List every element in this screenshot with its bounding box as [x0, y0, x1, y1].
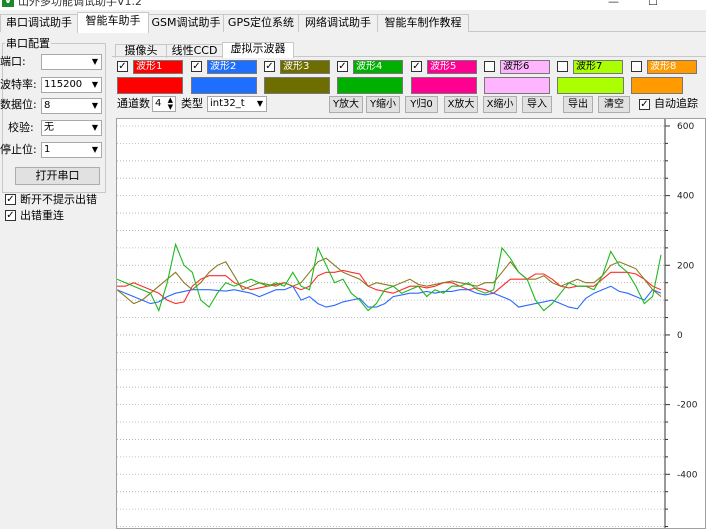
waveform-7-color-swatch[interactable] [557, 77, 624, 94]
series-line-1 [117, 269, 662, 305]
clear-button[interactable]: 清空 [598, 96, 630, 113]
channel-count-label: 通道数 [117, 97, 150, 110]
tab-camera[interactable]: 摄像头 [115, 44, 167, 58]
y-tick-label: 0 [677, 331, 683, 341]
waveform-3-color-swatch[interactable] [264, 77, 330, 94]
waveform-2-name[interactable]: 波形2 [207, 60, 257, 74]
tab-network[interactable]: 网络调试助手 [298, 14, 378, 32]
y-tick-label: 600 [677, 122, 694, 132]
tab-tutorial[interactable]: 智能车制作教程 [377, 14, 469, 32]
open-port-button[interactable]: 打开串口 [15, 167, 100, 185]
stopbits-select[interactable]: 1 ▼ [41, 142, 102, 158]
title-bar: V 山外多功能调试助手V1.2 — ☐ [0, 0, 706, 10]
x-zoom-out-button[interactable]: X缩小 [483, 96, 517, 113]
no-error-prompt-label: 断开不提示出错 [20, 193, 97, 206]
no-error-prompt-checkbox[interactable]: ✓ [5, 194, 16, 205]
baud-label: 波特率: [0, 78, 37, 91]
waveform-3-checkbox[interactable]: ✓ [264, 61, 275, 72]
waveform-5-checkbox[interactable]: ✓ [411, 61, 422, 72]
chevron-down-icon: ▼ [91, 101, 98, 110]
waveform-4-name[interactable]: 波形4 [353, 60, 403, 74]
waveform-6-name[interactable]: 波形6 [500, 60, 550, 74]
y-zoom-out-button[interactable]: Y缩小 [366, 96, 400, 113]
maximize-button[interactable]: ☐ [648, 0, 658, 8]
y-zoom-in-button[interactable]: Y放大 [329, 96, 363, 113]
waveform-8-color-swatch[interactable] [631, 77, 683, 94]
waveform-4-checkbox[interactable]: ✓ [337, 61, 348, 72]
tab-linear-ccd[interactable]: 线性CCD [166, 44, 223, 58]
chevron-down-icon: ▼ [256, 99, 263, 108]
waveform-7-name[interactable]: 波形7 [573, 60, 623, 74]
chevron-down-icon: ▼ [91, 80, 98, 89]
auto-track-label: 自动追踪 [654, 97, 698, 110]
minimize-button[interactable]: — [608, 0, 619, 8]
type-select[interactable]: int32_t ▼ [207, 96, 267, 112]
waveform-1-checkbox[interactable]: ✓ [117, 61, 128, 72]
sub-tab-bar: 摄像头 线性CCD 虚拟示波器 [112, 42, 706, 58]
stopbits-label: 停止位: [0, 143, 37, 156]
auto-track-checkbox[interactable]: ✓ [639, 99, 650, 110]
tab-oscilloscope[interactable]: 虚拟示波器 [222, 42, 294, 58]
chevron-down-icon: ▼ [91, 57, 98, 66]
reconnect-label: 出错重连 [20, 209, 64, 222]
chevron-down-icon: ▼ [91, 145, 98, 154]
parity-label: 校验: [8, 121, 34, 134]
oscilloscope-plot[interactable]: -400 -200 0 200 400 600 [116, 118, 706, 529]
series-line-2 [117, 285, 662, 310]
waveform-1-color-swatch[interactable] [117, 77, 183, 94]
waveform-7-checkbox[interactable] [557, 61, 568, 72]
waveform-2-checkbox[interactable]: ✓ [191, 61, 202, 72]
chevron-down-icon: ▼ [91, 123, 98, 132]
oscilloscope-chart: -400 -200 0 200 400 600 [117, 119, 698, 528]
channel-count-spinner[interactable]: 4 ▲ ▼ [152, 96, 176, 112]
y-tick-label: -400 [677, 470, 698, 480]
databits-label: 数据位: [0, 98, 37, 111]
reconnect-checkbox[interactable]: ✓ [5, 210, 16, 221]
waveform-6-checkbox[interactable] [484, 61, 495, 72]
waveform-1-name[interactable]: 波形1 [133, 60, 183, 74]
tab-smartcar[interactable]: 智能车助手 [77, 12, 149, 33]
waveform-5-name[interactable]: 波形5 [427, 60, 477, 74]
y-zero-button[interactable]: Y归0 [405, 96, 438, 113]
waveform-4-color-swatch[interactable] [337, 77, 403, 94]
main-tab-bar: 串口调试助手 智能车助手 GSM调试助手 GPS定位系统 网络调试助手 智能车制… [0, 12, 706, 33]
waveform-3-name[interactable]: 波形3 [280, 60, 330, 74]
serial-config-legend: 串口配置 [5, 37, 51, 50]
y-tick-label: -200 [677, 401, 698, 411]
waveform-6-color-swatch[interactable] [484, 77, 550, 94]
tab-gps[interactable]: GPS定位系统 [223, 14, 299, 32]
tab-serial-debug[interactable]: 串口调试助手 [0, 14, 78, 32]
tab-gsm[interactable]: GSM调试助手 [148, 14, 224, 32]
port-select[interactable]: ▼ [41, 54, 102, 70]
export-button[interactable]: 导出 [563, 96, 593, 113]
waveform-5-color-swatch[interactable] [411, 77, 477, 94]
parity-select[interactable]: 无 ▼ [41, 120, 102, 136]
waveform-8-checkbox[interactable] [631, 61, 642, 72]
databits-select[interactable]: 8 ▼ [41, 98, 102, 114]
waveform-8-name[interactable]: 波形8 [647, 60, 697, 74]
app-logo-icon: V [2, 0, 14, 7]
baud-select[interactable]: 115200 ▼ [41, 77, 102, 93]
type-label: 类型 [181, 97, 203, 110]
port-label: 端口: [0, 55, 26, 68]
import-button[interactable]: 导入 [522, 96, 552, 113]
y-tick-label: 200 [677, 261, 694, 271]
y-tick-label: 400 [677, 192, 694, 202]
x-zoom-in-button[interactable]: X放大 [444, 96, 478, 113]
waveform-2-color-swatch[interactable] [191, 77, 257, 94]
spinner-arrows-icon: ▲ ▼ [167, 96, 173, 111]
window-title: 山外多功能调试助手V1.2 [18, 0, 143, 8]
